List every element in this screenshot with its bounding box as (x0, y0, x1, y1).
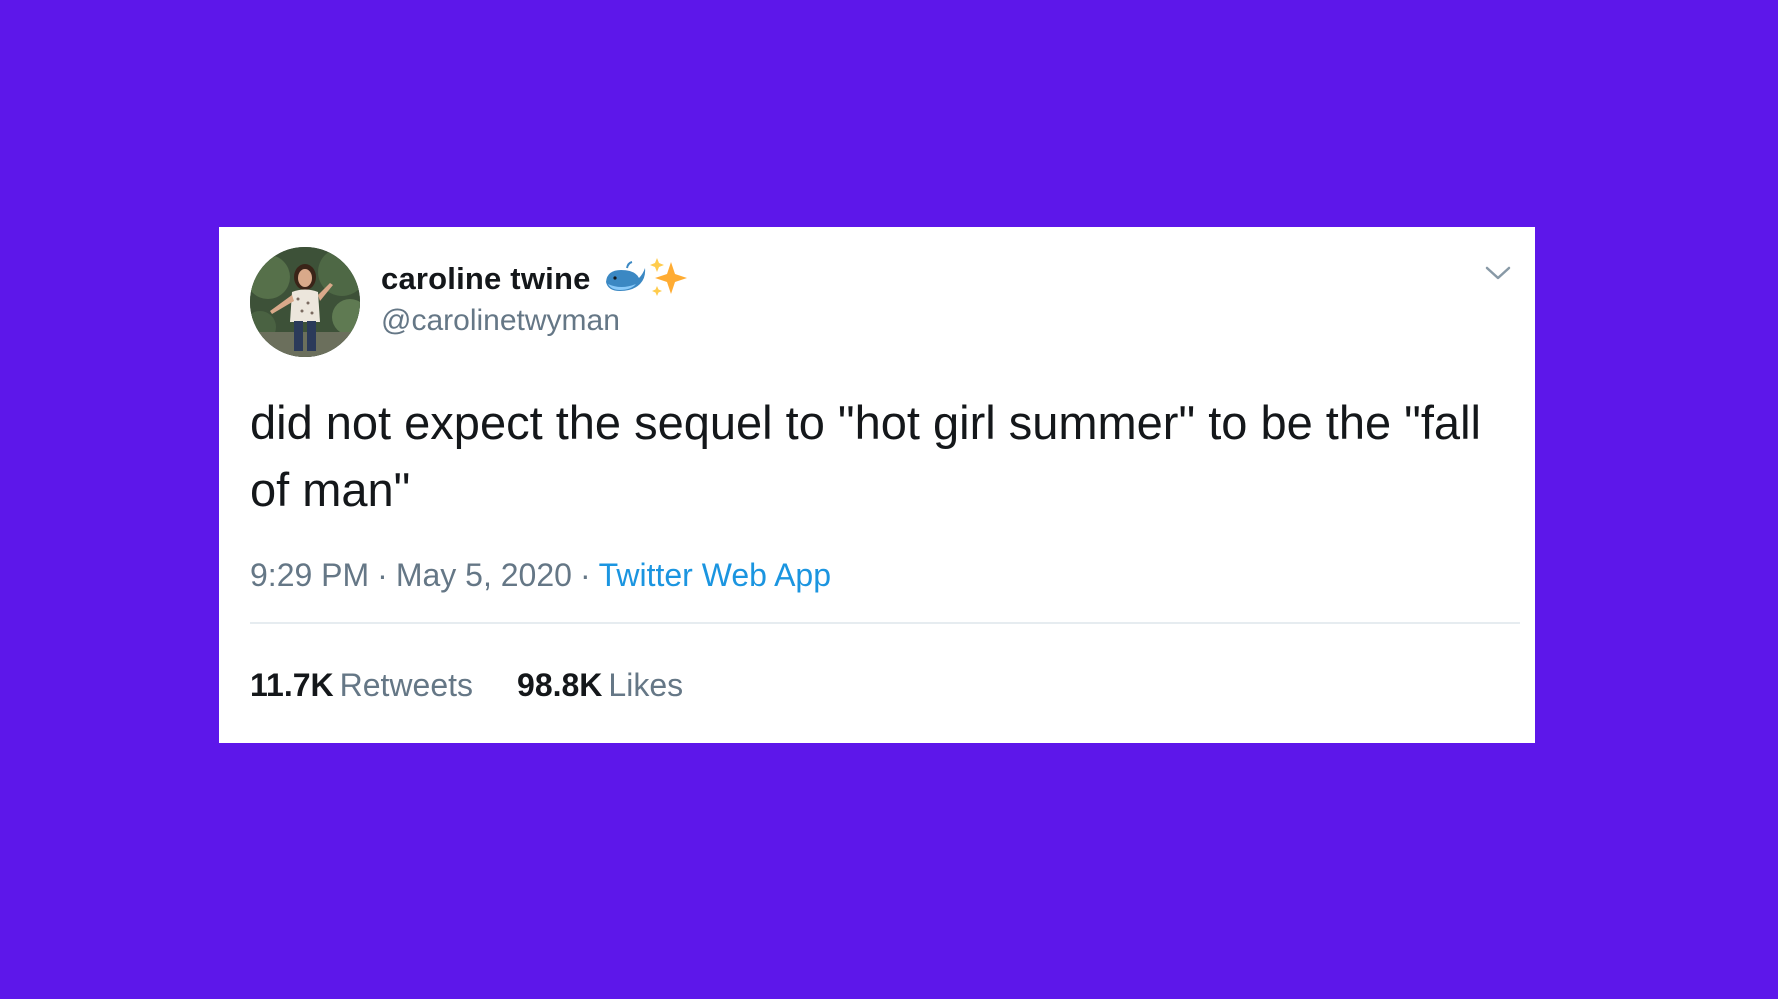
meta-separator: · (579, 557, 591, 593)
whale-emoji-icon (603, 260, 647, 299)
profile-photo (250, 247, 360, 357)
chevron-down-icon[interactable] (1481, 261, 1515, 285)
tweet-meta: 9:29 PM · May 5, 2020 · Twitter Web App (250, 557, 831, 594)
display-name[interactable]: caroline twine (381, 261, 591, 297)
author-handle[interactable]: @carolinetwyman (381, 304, 620, 338)
sparkles-emoji-icon (649, 256, 689, 303)
likes-stat[interactable]: 98.8K Likes (517, 667, 683, 704)
avatar[interactable] (250, 247, 360, 357)
retweets-count: 11.7K (250, 667, 334, 703)
tweet-card: caroline twine @carolinetwyman did not e… (219, 227, 1535, 743)
author-name-row[interactable]: caroline twine (381, 257, 689, 301)
likes-count: 98.8K (517, 667, 603, 703)
retweets-label: Retweets (339, 667, 474, 703)
tweet-text: did not expect the sequel to "hot girl s… (250, 396, 1481, 516)
tweet-stats: 11.7K Retweets 98.8K Likes (250, 667, 683, 704)
retweets-stat[interactable]: 11.7K Retweets (250, 667, 473, 704)
tweet-date[interactable]: May 5, 2020 (396, 557, 572, 593)
tweet-time[interactable]: 9:29 PM (250, 557, 369, 593)
meta-separator: · (377, 557, 388, 593)
divider (250, 622, 1520, 624)
likes-label: Likes (608, 667, 684, 703)
tweet-source-link[interactable]: Twitter Web App (599, 557, 831, 593)
